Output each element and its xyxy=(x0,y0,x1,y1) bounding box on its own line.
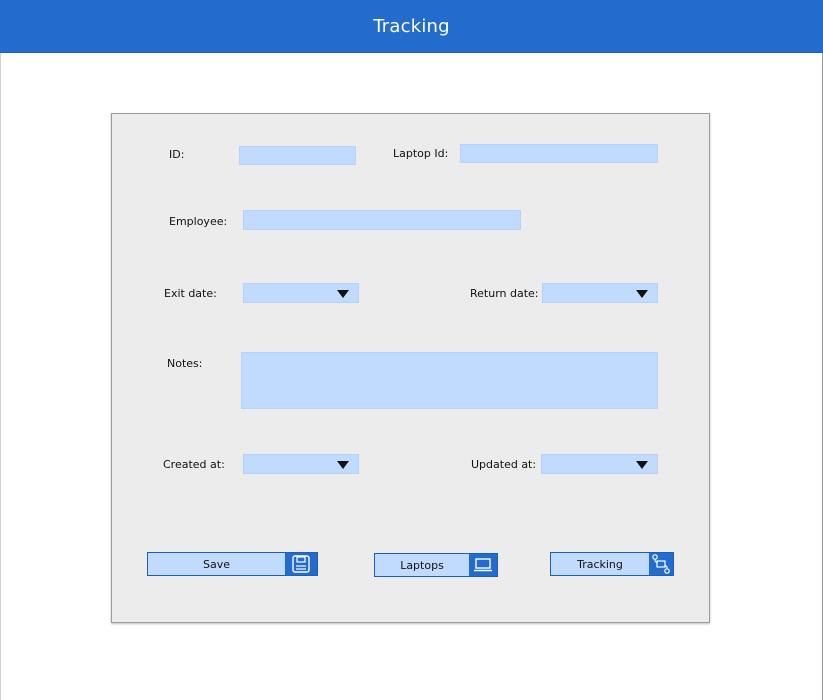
return-date-label: Return date: xyxy=(470,287,539,300)
floppy-disk-icon xyxy=(285,553,317,575)
laptops-button-label: Laptops xyxy=(400,558,444,572)
chevron-down-icon xyxy=(636,290,648,298)
route-map-icon xyxy=(649,553,673,575)
id-field[interactable] xyxy=(239,146,356,165)
created-at-label: Created at: xyxy=(163,458,225,471)
return-date-select[interactable] xyxy=(542,283,658,303)
chevron-down-icon xyxy=(337,290,349,298)
notes-field[interactable] xyxy=(241,352,658,409)
updated-at-select[interactable] xyxy=(541,454,658,474)
laptop-icon xyxy=(469,554,497,576)
created-at-select[interactable] xyxy=(243,454,359,474)
app-header: Tracking xyxy=(0,0,823,53)
exit-date-select[interactable] xyxy=(243,283,359,303)
updated-at-label: Updated at: xyxy=(471,458,537,471)
save-button[interactable]: Save xyxy=(147,552,318,576)
exit-date-label: Exit date: xyxy=(164,287,217,300)
save-button-label: Save xyxy=(202,557,230,571)
notes-label: Notes: xyxy=(167,357,203,370)
chevron-down-icon xyxy=(337,461,349,469)
employee-field[interactable] xyxy=(243,210,521,230)
tracking-button[interactable]: Tracking xyxy=(550,552,674,576)
id-label: ID: xyxy=(169,148,185,161)
employee-label: Employee: xyxy=(169,215,228,228)
page-title: Tracking xyxy=(373,15,450,37)
chevron-down-icon xyxy=(636,461,648,469)
laptops-button[interactable]: Laptops xyxy=(374,553,498,577)
laptop-id-label: Laptop Id: xyxy=(393,147,449,160)
tracking-button-label: Tracking xyxy=(577,557,623,571)
laptop-id-field[interactable] xyxy=(460,144,658,163)
tracking-form: ID: Laptop Id: Employee: Exit date: Retu… xyxy=(111,113,710,623)
